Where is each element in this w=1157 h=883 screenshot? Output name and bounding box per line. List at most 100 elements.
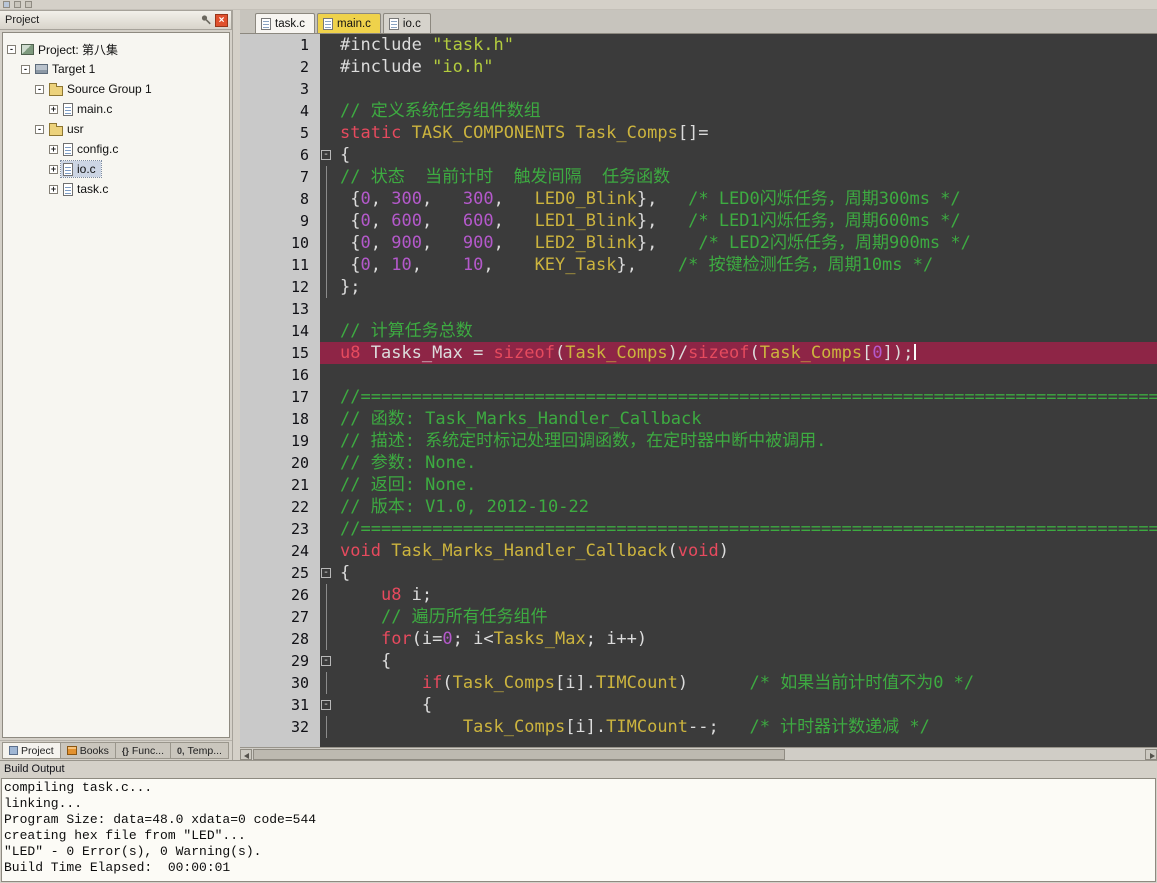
bottom-tab-temp[interactable]: 0,Temp... [171,742,229,759]
line-number[interactable]: 22 [240,496,320,518]
code-line-20[interactable]: 20// 参数: None. [240,452,1157,474]
code-line-22[interactable]: 22// 版本: V1.0, 2012-10-22 [240,496,1157,518]
code-line-26[interactable]: 26 u8 i; [240,584,1157,606]
code-line-5[interactable]: 5static TASK_COMPONENTS Task_Comps[]= [240,122,1157,144]
line-number[interactable]: 15 [240,342,320,364]
line-number[interactable]: 14 [240,320,320,342]
line-number[interactable]: 24 [240,540,320,562]
tree-expander[interactable]: + [49,165,58,174]
fold-collapse-icon[interactable]: - [321,568,331,578]
close-panel-button[interactable]: × [215,14,228,27]
code-line-6[interactable]: 6-{ [240,144,1157,166]
toolbar-icon[interactable] [3,1,10,8]
tree-item-project[interactable]: Project: 第八集 [19,40,123,59]
line-number[interactable]: 3 [240,78,320,100]
fold-collapse-icon[interactable]: - [321,700,331,710]
code-line-17[interactable]: 17//====================================… [240,386,1157,408]
tree-item-usr[interactable]: usr [47,121,89,137]
code-line-19[interactable]: 19// 描述: 系统定时标记处理回调函数，在定时器中断中被调用. [240,430,1157,452]
code-line-2[interactable]: 2#include "io.h" [240,56,1157,78]
code-line-7[interactable]: 7// 状态 当前计时 触发间隔 任务函数 [240,166,1157,188]
bottom-tab-project[interactable]: Project [2,742,61,759]
line-number[interactable]: 8 [240,188,320,210]
code-line-1[interactable]: 1#include "task.h" [240,34,1157,56]
line-number[interactable]: 10 [240,232,320,254]
tree-expander[interactable]: + [49,105,58,114]
code-line-10[interactable]: 10 {0, 900, 900, LED2_Blink}, /* LED2闪烁任… [240,232,1157,254]
tree-expander[interactable]: - [35,125,44,134]
code-line-16[interactable]: 16 [240,364,1157,386]
line-number[interactable]: 32 [240,716,320,738]
scroll-right-arrow[interactable] [1145,749,1157,760]
code-line-13[interactable]: 13 [240,298,1157,320]
tree-item-target-1[interactable]: Target 1 [33,61,100,77]
tree-item-task-c[interactable]: task.c [61,181,113,197]
line-number[interactable]: 30 [240,672,320,694]
line-number[interactable]: 21 [240,474,320,496]
code-line-12[interactable]: 12}; [240,276,1157,298]
line-number[interactable]: 11 [240,254,320,276]
build-output-body[interactable]: compiling task.c...linking...Program Siz… [1,778,1156,882]
line-number[interactable]: 16 [240,364,320,386]
line-number[interactable]: 27 [240,606,320,628]
line-number[interactable]: 19 [240,430,320,452]
tree-expander[interactable]: - [35,85,44,94]
editor-tab-task-c[interactable]: task.c [255,13,315,33]
code-line-31[interactable]: 31- { [240,694,1157,716]
line-number[interactable]: 29 [240,650,320,672]
code-line-18[interactable]: 18// 函数: Task_Marks_Handler_Callback [240,408,1157,430]
line-number[interactable]: 31 [240,694,320,716]
line-number[interactable]: 1 [240,34,320,56]
line-number[interactable]: 9 [240,210,320,232]
code-line-8[interactable]: 8 {0, 300, 300, LED0_Blink}, /* LED0闪烁任务… [240,188,1157,210]
code-line-27[interactable]: 27 // 遍历所有任务组件 [240,606,1157,628]
line-number[interactable]: 6 [240,144,320,166]
code-line-14[interactable]: 14// 计算任务总数 [240,320,1157,342]
editor-tab-io-c[interactable]: io.c [383,13,431,33]
fold-margin[interactable]: - [320,694,335,716]
toolbar-icon[interactable] [14,1,21,8]
line-number[interactable]: 25 [240,562,320,584]
line-number[interactable]: 7 [240,166,320,188]
code-line-9[interactable]: 9 {0, 600, 600, LED1_Blink}, /* LED1闪烁任务… [240,210,1157,232]
code-line-24[interactable]: 24void Task_Marks_Handler_Callback(void) [240,540,1157,562]
code-line-11[interactable]: 11 {0, 10, 10, KEY_Task}, /* 按键检测任务，周期10… [240,254,1157,276]
scrollbar-thumb[interactable] [253,749,785,760]
line-number[interactable]: 17 [240,386,320,408]
fold-margin[interactable]: - [320,144,335,166]
line-number[interactable]: 12 [240,276,320,298]
line-number[interactable]: 13 [240,298,320,320]
code-line-21[interactable]: 21// 返回: None. [240,474,1157,496]
fold-collapse-icon[interactable]: - [321,150,331,160]
line-number[interactable]: 28 [240,628,320,650]
code-line-30[interactable]: 30 if(Task_Comps[i].TIMCount) /* 如果当前计时值… [240,672,1157,694]
code-line-32[interactable]: 32 Task_Comps[i].TIMCount--; /* 计时器计数递减 … [240,716,1157,738]
line-number[interactable]: 4 [240,100,320,122]
tree-expander[interactable]: + [49,145,58,154]
line-number[interactable]: 26 [240,584,320,606]
fold-margin[interactable]: - [320,650,335,672]
tree-expander[interactable]: + [49,185,58,194]
code-line-15[interactable]: 15u8 Tasks_Max = sizeof(Task_Comps)/size… [240,342,1157,364]
line-number[interactable]: 20 [240,452,320,474]
tree-item-source-group-1[interactable]: Source Group 1 [47,81,157,97]
tree-expander[interactable]: - [7,45,16,54]
editor-tab-main-c[interactable]: main.c [317,13,381,33]
tree-item-main-c[interactable]: main.c [61,101,117,117]
toolbar-icon[interactable] [25,1,32,8]
line-number[interactable]: 5 [240,122,320,144]
code-line-28[interactable]: 28 for(i=0; i<Tasks_Max; i++) [240,628,1157,650]
line-number[interactable]: 18 [240,408,320,430]
scroll-left-arrow[interactable] [240,749,252,760]
line-number[interactable]: 2 [240,56,320,78]
fold-margin[interactable]: - [320,562,335,584]
horizontal-scrollbar[interactable] [240,747,1157,760]
tree-item-io-c[interactable]: io.c [61,161,101,177]
tree-expander[interactable]: - [21,65,30,74]
code-line-3[interactable]: 3 [240,78,1157,100]
fold-collapse-icon[interactable]: - [321,656,331,666]
code-line-23[interactable]: 23//====================================… [240,518,1157,540]
code-line-29[interactable]: 29- { [240,650,1157,672]
line-number[interactable]: 23 [240,518,320,540]
editor-code[interactable]: 1#include "task.h"2#include "io.h"34// 定… [240,34,1157,747]
